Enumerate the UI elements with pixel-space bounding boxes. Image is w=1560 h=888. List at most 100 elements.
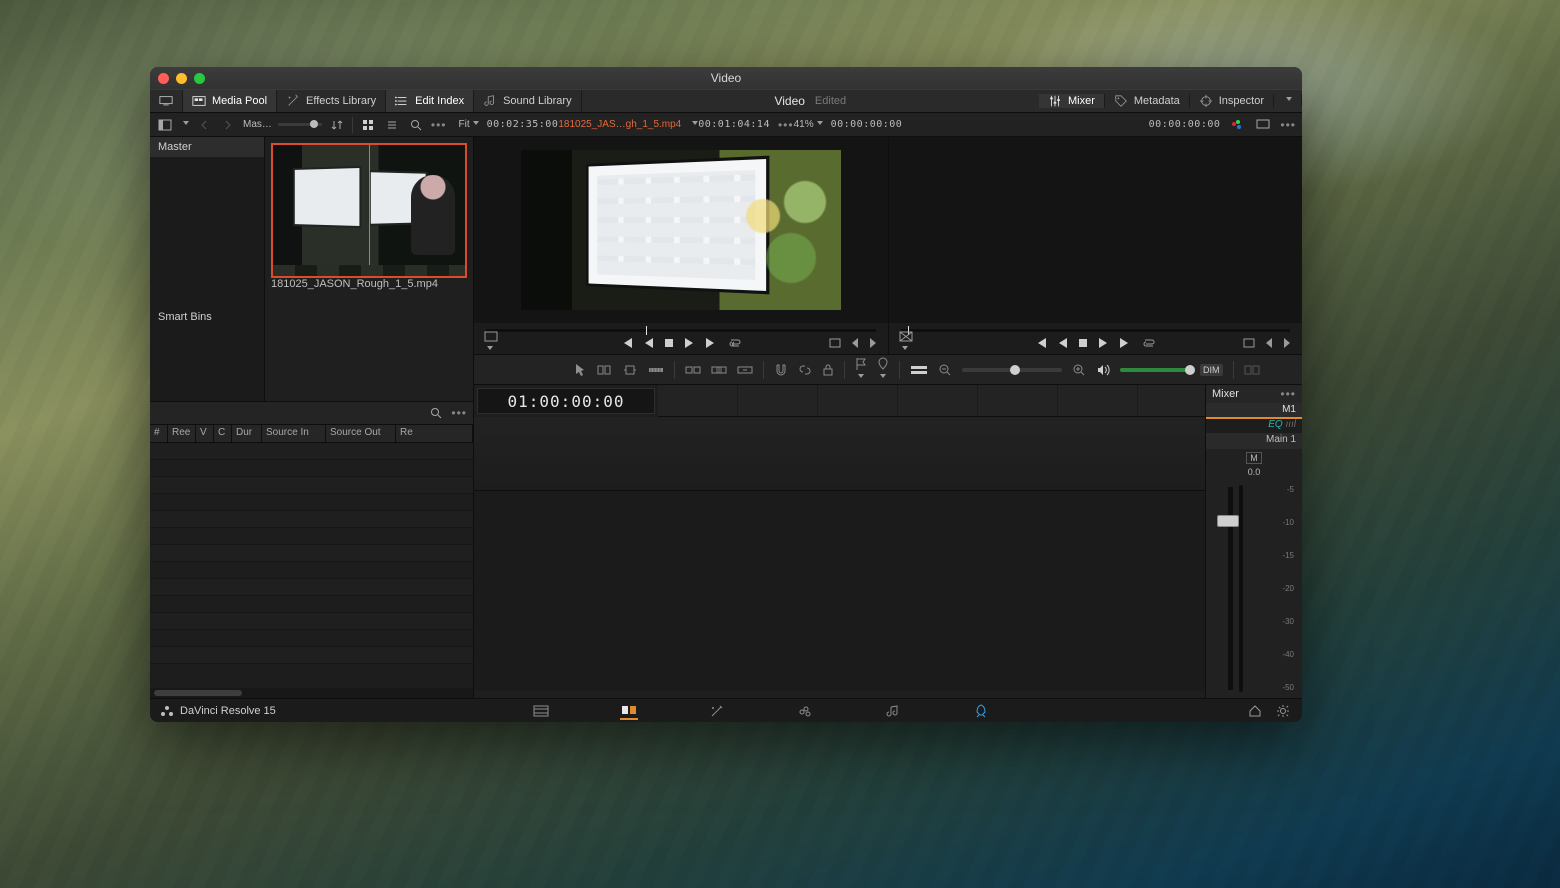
edit-index-toggle[interactable]: Edit Index bbox=[386, 90, 474, 112]
deliver-page[interactable] bbox=[972, 702, 990, 720]
workspace-layout-button[interactable] bbox=[150, 90, 183, 112]
match-frame-button[interactable] bbox=[828, 337, 842, 349]
mixer-toggle[interactable]: Mixer bbox=[1039, 94, 1105, 108]
tl-play-reverse-button[interactable] bbox=[1058, 337, 1068, 349]
clip-filename[interactable]: 181025_JASON_Rough_1_5.mp4 bbox=[271, 278, 467, 290]
trim-tool[interactable] bbox=[596, 363, 612, 377]
tl-play-button[interactable] bbox=[1098, 337, 1108, 349]
source-canvas[interactable] bbox=[474, 137, 888, 323]
table-row[interactable] bbox=[150, 545, 473, 562]
media-options-menu[interactable]: ••• bbox=[431, 118, 447, 132]
table-row[interactable] bbox=[150, 528, 473, 545]
tl-overlay-button[interactable] bbox=[899, 331, 915, 355]
fader-knob[interactable] bbox=[1217, 515, 1239, 527]
col-c[interactable]: C bbox=[214, 425, 232, 442]
col-source-out[interactable]: Source Out bbox=[326, 425, 396, 442]
list-view-button[interactable] bbox=[383, 116, 401, 134]
media-grid[interactable]: 181025_JASON_Rough_1_5.mp4 bbox=[265, 137, 473, 401]
table-row[interactable] bbox=[150, 460, 473, 477]
expand-button[interactable] bbox=[1274, 94, 1302, 106]
col-num[interactable]: # bbox=[150, 425, 168, 442]
mixer-mute-button[interactable]: M bbox=[1206, 449, 1302, 467]
go-end-button[interactable] bbox=[704, 337, 718, 349]
timeline-view-options[interactable] bbox=[910, 364, 928, 376]
edit-index-table[interactable]: # Ree V C Dur Source In Source Out Re bbox=[150, 425, 473, 689]
color-page[interactable] bbox=[796, 702, 814, 720]
tl-go-end-button[interactable] bbox=[1118, 337, 1132, 349]
inspector-toggle[interactable]: Inspector bbox=[1190, 94, 1274, 108]
titlebar[interactable]: Video bbox=[150, 67, 1302, 89]
play-button[interactable] bbox=[684, 337, 694, 349]
index-options-menu[interactable]: ••• bbox=[451, 406, 467, 420]
table-row[interactable] bbox=[150, 596, 473, 613]
grid-view-button[interactable] bbox=[359, 116, 377, 134]
col-rec[interactable]: Re bbox=[396, 425, 473, 442]
marker-dropdown[interactable] bbox=[877, 357, 889, 383]
clip-thumbnail[interactable] bbox=[271, 143, 467, 278]
bin-master[interactable]: Master bbox=[150, 137, 264, 157]
effects-library-toggle[interactable]: Effects Library bbox=[277, 90, 386, 112]
zoom-in-button[interactable] bbox=[1072, 363, 1086, 377]
table-row[interactable] bbox=[150, 443, 473, 460]
zoom-out-button[interactable] bbox=[938, 363, 952, 377]
chevron-down-icon[interactable] bbox=[689, 119, 698, 130]
table-row[interactable] bbox=[150, 494, 473, 511]
tl-options-menu[interactable]: ••• bbox=[1280, 118, 1296, 132]
replace-button[interactable] bbox=[737, 364, 753, 376]
edit-page[interactable] bbox=[620, 702, 638, 720]
app-name[interactable]: DaVinci Resolve 15 bbox=[150, 704, 286, 718]
mixer-bus-tab[interactable]: M1 bbox=[1206, 403, 1302, 419]
table-row[interactable] bbox=[150, 613, 473, 630]
metadata-toggle[interactable]: Metadata bbox=[1105, 94, 1190, 108]
table-row[interactable] bbox=[150, 511, 473, 528]
dual-viewer-button[interactable] bbox=[1244, 364, 1260, 376]
viewer-mode-button[interactable] bbox=[1254, 116, 1272, 134]
col-v[interactable]: V bbox=[196, 425, 214, 442]
blade-tool[interactable] bbox=[648, 364, 664, 376]
bypass-grades-button[interactable] bbox=[1228, 116, 1246, 134]
flag-dropdown[interactable] bbox=[855, 357, 867, 383]
tl-mark-out-button[interactable] bbox=[1282, 337, 1292, 349]
lock-toggle[interactable] bbox=[822, 363, 834, 377]
audio-track-area[interactable] bbox=[474, 491, 1205, 691]
table-row[interactable] bbox=[150, 562, 473, 579]
settings-button[interactable] bbox=[1276, 704, 1290, 718]
timeline-tracks[interactable] bbox=[474, 417, 1205, 698]
chevron-down-icon[interactable] bbox=[180, 119, 189, 130]
nav-forward[interactable] bbox=[219, 116, 237, 134]
sort-button[interactable] bbox=[328, 116, 346, 134]
col-source-in[interactable]: Source In bbox=[262, 425, 326, 442]
src-overlay-button[interactable] bbox=[484, 331, 500, 355]
media-page[interactable] bbox=[532, 702, 550, 720]
table-row[interactable] bbox=[150, 630, 473, 647]
nav-back[interactable] bbox=[195, 116, 213, 134]
arrow-tool[interactable] bbox=[574, 363, 586, 377]
bin-smart-bins[interactable]: Smart Bins bbox=[150, 307, 264, 327]
stop-button[interactable] bbox=[664, 338, 674, 348]
timeline-ruler[interactable] bbox=[658, 385, 1205, 417]
insert-button[interactable] bbox=[685, 364, 701, 376]
mixer-options-menu[interactable]: ••• bbox=[1280, 387, 1296, 401]
tl-zoom-dropdown[interactable]: 41% bbox=[794, 119, 823, 130]
tl-go-start-button[interactable] bbox=[1034, 337, 1048, 349]
bin-view-toggle[interactable] bbox=[156, 116, 174, 134]
src-options-menu[interactable]: ••• bbox=[778, 118, 794, 132]
home-button[interactable] bbox=[1248, 704, 1262, 718]
col-dur[interactable]: Dur bbox=[232, 425, 262, 442]
mute-button[interactable] bbox=[1096, 363, 1110, 377]
src-fit-dropdown[interactable]: Fit bbox=[459, 119, 479, 130]
bin-breadcrumb[interactable]: Mas… bbox=[243, 119, 272, 130]
col-reel[interactable]: Ree bbox=[168, 425, 196, 442]
dim-button[interactable]: DIM bbox=[1200, 364, 1223, 376]
volume-slider[interactable] bbox=[1120, 368, 1190, 372]
link-toggle[interactable] bbox=[798, 363, 812, 377]
snap-toggle[interactable] bbox=[774, 363, 788, 377]
go-start-button[interactable] bbox=[620, 337, 634, 349]
timeline-canvas[interactable] bbox=[889, 137, 1303, 323]
mark-in-button[interactable] bbox=[850, 337, 860, 349]
timeline-scrub-bar[interactable] bbox=[901, 329, 1291, 332]
loop-button[interactable] bbox=[728, 337, 742, 349]
search-button[interactable] bbox=[407, 116, 425, 134]
tl-mark-in-button[interactable] bbox=[1264, 337, 1274, 349]
mixer-eq-row[interactable]: EQ ıııl bbox=[1206, 419, 1302, 433]
